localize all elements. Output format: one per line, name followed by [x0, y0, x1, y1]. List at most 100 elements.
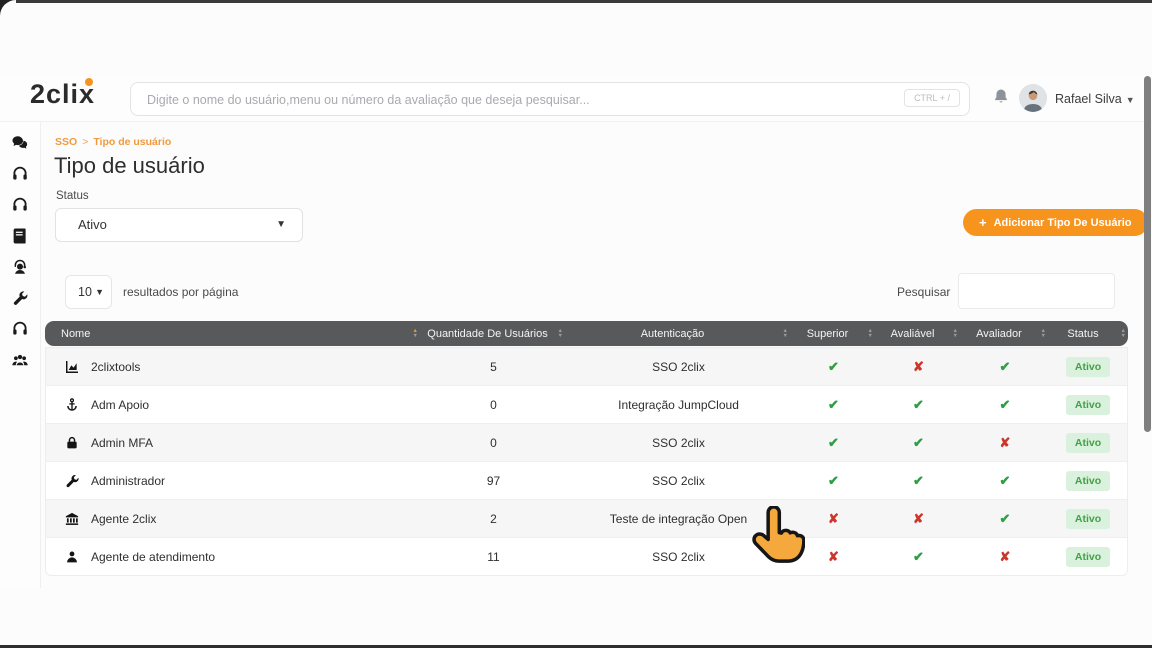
- row-avaliador-flag: ✔: [961, 473, 1049, 489]
- row-name: Agente 2clix: [91, 512, 156, 526]
- anchor-icon: [64, 397, 80, 413]
- notifications-bell-icon[interactable]: [991, 87, 1011, 107]
- row-avaliavel-flag: ✔: [876, 473, 961, 489]
- status-badge: Ativo: [1066, 509, 1110, 529]
- sidebar-item-headset-icon[interactable]: [11, 320, 29, 338]
- row-avaliavel-flag: ✔: [876, 549, 961, 565]
- row-quantity: 97: [421, 474, 566, 488]
- app-logo[interactable]: 2clix: [30, 79, 95, 110]
- column-header-nome[interactable]: Nome▲▼: [45, 328, 420, 340]
- row-avaliador-flag: ✘: [961, 549, 1049, 565]
- sidebar-item-support-agent-icon[interactable]: [11, 258, 29, 276]
- sort-icon[interactable]: ▲▼: [1041, 329, 1046, 340]
- sort-icon[interactable]: ▲▼: [868, 329, 873, 340]
- column-header-avaliador[interactable]: Avaliador▲▼: [960, 328, 1048, 340]
- row-avaliador-flag: ✔: [961, 397, 1049, 413]
- sidebar-item-book-icon[interactable]: [11, 227, 29, 245]
- row-auth: SSO 2clix: [566, 436, 791, 450]
- status-filter-label: Status: [56, 190, 89, 202]
- user-menu[interactable]: Rafael Silva▼: [1055, 92, 1135, 106]
- sidebar-item-headset-icon[interactable]: [11, 196, 29, 214]
- window-top-edge: [0, 0, 1152, 3]
- column-header-quantidade[interactable]: Quantidade De Usuários▲▼: [420, 328, 565, 340]
- status-badge: Ativo: [1066, 357, 1110, 377]
- table-row[interactable]: Agente de atendimento 11 SSO 2clix ✘ ✔ ✘…: [46, 538, 1127, 575]
- breadcrumb-current: Tipo de usuário: [93, 136, 171, 148]
- table-row[interactable]: Adm Apoio 0 Integração JumpCloud ✔ ✔ ✔ A…: [46, 386, 1127, 424]
- chevron-down-icon: ▼: [95, 276, 104, 308]
- plus-icon: +: [979, 215, 987, 230]
- table-row[interactable]: Agente 2clix 2 Teste de integração Open …: [46, 500, 1127, 538]
- row-avaliador-flag: ✔: [961, 511, 1049, 527]
- logo-dot-icon: [85, 78, 93, 86]
- per-page-select[interactable]: 10▼: [65, 275, 112, 309]
- sidebar-item-users-icon[interactable]: [11, 351, 29, 369]
- per-page-label: resultados por página: [123, 285, 238, 299]
- status-badge: Ativo: [1066, 547, 1110, 567]
- user-avatar[interactable]: [1019, 84, 1047, 112]
- wrench-icon: [64, 473, 80, 489]
- row-quantity: 2: [421, 512, 566, 526]
- breadcrumb-separator: >: [82, 136, 88, 148]
- sort-icon[interactable]: ▲▼: [558, 329, 563, 340]
- row-name: Admin MFA: [91, 436, 153, 450]
- row-name: Administrador: [91, 474, 165, 488]
- row-superior-flag: ✔: [791, 473, 876, 489]
- row-avaliavel-flag: ✔: [876, 397, 961, 413]
- row-superior-flag: ✔: [791, 397, 876, 413]
- row-auth: SSO 2clix: [566, 360, 791, 374]
- column-header-autenticacao[interactable]: Autenticação▲▼: [565, 328, 790, 340]
- status-badge: Ativo: [1066, 433, 1110, 453]
- column-header-avaliavel[interactable]: Avaliável▲▼: [875, 328, 960, 340]
- row-name: Agente de atendimento: [91, 550, 215, 564]
- row-quantity: 11: [421, 550, 566, 564]
- row-auth: Integração JumpCloud: [566, 398, 791, 412]
- sort-icon[interactable]: ▲▼: [953, 329, 958, 340]
- breadcrumb-root[interactable]: SSO: [55, 136, 77, 148]
- window-corner: [0, 0, 16, 16]
- table-header: Nome▲▼ Quantidade De Usuários▲▼ Autentic…: [45, 321, 1128, 346]
- sort-icon[interactable]: ▲▼: [783, 329, 788, 340]
- sort-icon[interactable]: ▲▼: [413, 329, 418, 340]
- bank-icon: [64, 511, 80, 527]
- table-search-label: Pesquisar: [897, 285, 950, 299]
- person-icon: [64, 549, 80, 565]
- sidebar-nav: [0, 122, 41, 588]
- row-superior-flag: ✘: [791, 549, 876, 565]
- table-search-input[interactable]: [958, 273, 1115, 309]
- row-superior-flag: ✘: [791, 511, 876, 527]
- table-row[interactable]: 2clixtools 5 SSO 2clix ✔ ✘ ✔ Ativo: [46, 348, 1127, 386]
- row-quantity: 0: [421, 398, 566, 412]
- chevron-down-icon: ▼: [276, 209, 286, 241]
- row-avaliavel-flag: ✘: [876, 511, 961, 527]
- row-name: 2clixtools: [91, 360, 140, 374]
- lock-icon: [64, 435, 80, 451]
- row-quantity: 5: [421, 360, 566, 374]
- row-avaliador-flag: ✔: [961, 359, 1049, 375]
- table-body: 2clixtools 5 SSO 2clix ✔ ✘ ✔ Ativo Adm A…: [45, 347, 1128, 576]
- area-chart-icon: [64, 359, 80, 375]
- sort-icon[interactable]: ▲▼: [1121, 329, 1126, 340]
- breadcrumb: SSO > Tipo de usuário: [55, 136, 171, 148]
- top-bar: 2clix CTRL + / Rafael Silva▼: [0, 75, 1152, 122]
- row-avaliavel-flag: ✘: [876, 359, 961, 375]
- row-auth: Teste de integração Open: [566, 512, 791, 526]
- add-user-type-button[interactable]: + Adicionar Tipo De Usuário: [963, 209, 1148, 236]
- sidebar-item-headset-icon[interactable]: [11, 165, 29, 183]
- sidebar-item-wrench-icon[interactable]: [11, 289, 29, 307]
- table-row[interactable]: Admin MFA 0 SSO 2clix ✔ ✔ ✘ Ativo: [46, 424, 1127, 462]
- chevron-down-icon: ▼: [1126, 95, 1135, 105]
- column-header-status[interactable]: Status▲▼: [1048, 328, 1128, 340]
- status-filter-select[interactable]: Ativo▼: [55, 208, 303, 242]
- column-header-superior[interactable]: Superior▲▼: [790, 328, 875, 340]
- row-superior-flag: ✔: [791, 435, 876, 451]
- row-superior-flag: ✔: [791, 359, 876, 375]
- global-search: CTRL + /: [130, 82, 970, 116]
- global-search-input[interactable]: [145, 83, 839, 117]
- shortcut-badge: CTRL + /: [904, 89, 960, 107]
- vertical-scrollbar[interactable]: [1144, 76, 1151, 432]
- sidebar-item-chat-icon[interactable]: [11, 134, 29, 152]
- row-avaliador-flag: ✘: [961, 435, 1049, 451]
- table-row[interactable]: Administrador 97 SSO 2clix ✔ ✔ ✔ Ativo: [46, 462, 1127, 500]
- app-window: 2clix CTRL + / Rafael Silva▼ SSO > Tipo de…: [0, 0, 1152, 648]
